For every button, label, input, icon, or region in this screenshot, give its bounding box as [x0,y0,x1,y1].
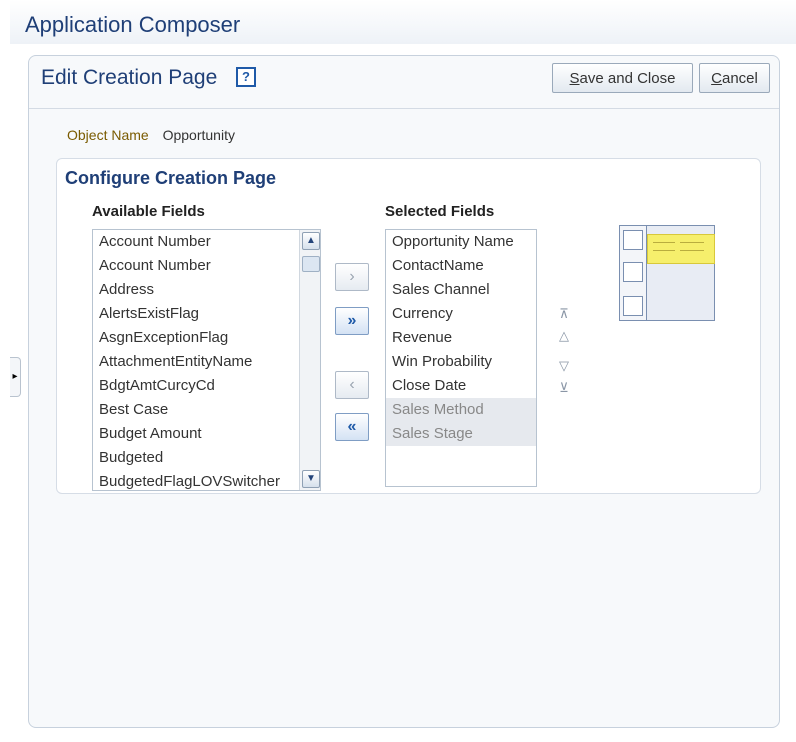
save-label: ave and Close [579,70,676,87]
move-all-button[interactable]: » [335,307,369,335]
move-bottom-icon[interactable]: ⊻ [555,379,573,397]
preview-line [680,250,704,251]
preview-sidebar [620,226,647,320]
move-top-icon[interactable]: ⊼ [555,305,573,323]
page-title: Edit Creation Page [41,66,218,89]
preview-highlight [647,234,715,264]
selected-item[interactable]: Sales Channel [386,278,536,302]
scroll-up-icon[interactable]: ▲ [302,232,320,250]
panel-header: Edit Creation Page ? Save and Close Canc… [29,56,779,109]
save-and-close-button[interactable]: Save and Close [552,63,693,93]
edit-creation-panel: Edit Creation Page ? Save and Close Canc… [28,55,780,728]
available-items: Account Number Account Number Address Al… [93,230,296,490]
selected-item[interactable]: Sales Stage [386,422,536,446]
layout-preview-icon [619,225,715,321]
scroll-thumb[interactable] [302,256,320,272]
configure-section: Configure Creation Page Available Fields… [56,158,761,494]
selected-fields-header: Selected Fields [385,203,495,220]
available-fields-list[interactable]: Account Number Account Number Address Al… [92,229,321,491]
available-item[interactable]: Address [93,278,296,302]
available-item[interactable]: Account Number [93,254,296,278]
selected-item[interactable]: Close Date [386,374,536,398]
selected-item[interactable]: Currency [386,302,536,326]
cancel-mnemonic: C [711,70,722,87]
app-title: Application Composer [25,12,241,37]
move-down-icon[interactable]: ▽ [555,357,573,375]
available-item[interactable]: BudgetedFlagLOVSwitcher [93,470,296,490]
selected-item[interactable]: Revenue [386,326,536,350]
object-name-row: Object Name Opportunity [67,127,235,143]
selected-item[interactable]: Opportunity Name [386,230,536,254]
preview-block [623,296,643,316]
available-item[interactable]: Budgeted [93,446,296,470]
save-mnemonic: S [569,70,580,87]
available-item[interactable]: Budget Amount [93,422,296,446]
cancel-label: ancel [721,70,758,87]
selected-item[interactable]: Sales Method [386,398,536,422]
help-icon[interactable]: ? [236,67,256,87]
cancel-button[interactable]: Cancel [699,63,770,93]
available-item[interactable]: Best Case [93,398,296,422]
available-item[interactable]: AttachmentEntityName [93,350,296,374]
preview-block [623,262,643,282]
move-up-icon[interactable]: △ [555,327,573,345]
available-item[interactable]: BdgtAmtCurcyCd [93,374,296,398]
preview-block [623,230,643,250]
preview-line [653,250,675,251]
preview-line [653,242,675,243]
remove-all-button[interactable]: « [335,413,369,441]
object-name-value: Opportunity [162,127,235,143]
panel-collapse-tab[interactable]: ▸ [10,357,21,397]
remove-button[interactable]: ‹ [335,371,369,399]
available-item[interactable]: AlertsExistFlag [93,302,296,326]
selected-item[interactable]: ContactName [386,254,536,278]
available-scrollbar[interactable]: ▲ ▼ [299,230,320,490]
selected-item[interactable]: Win Probability [386,350,536,374]
available-fields-header: Available Fields [92,203,205,220]
selected-fields-list[interactable]: Opportunity Name ContactName Sales Chann… [385,229,537,487]
available-item[interactable]: Account Number [93,230,296,254]
preview-line [680,242,704,243]
configure-title: Configure Creation Page [65,168,277,188]
available-item[interactable]: AsgnExceptionFlag [93,326,296,350]
object-name-label: Object Name [67,127,149,143]
scroll-down-icon[interactable]: ▼ [302,470,320,488]
move-button[interactable]: › [335,263,369,291]
app-header: Application Composer [10,0,796,44]
